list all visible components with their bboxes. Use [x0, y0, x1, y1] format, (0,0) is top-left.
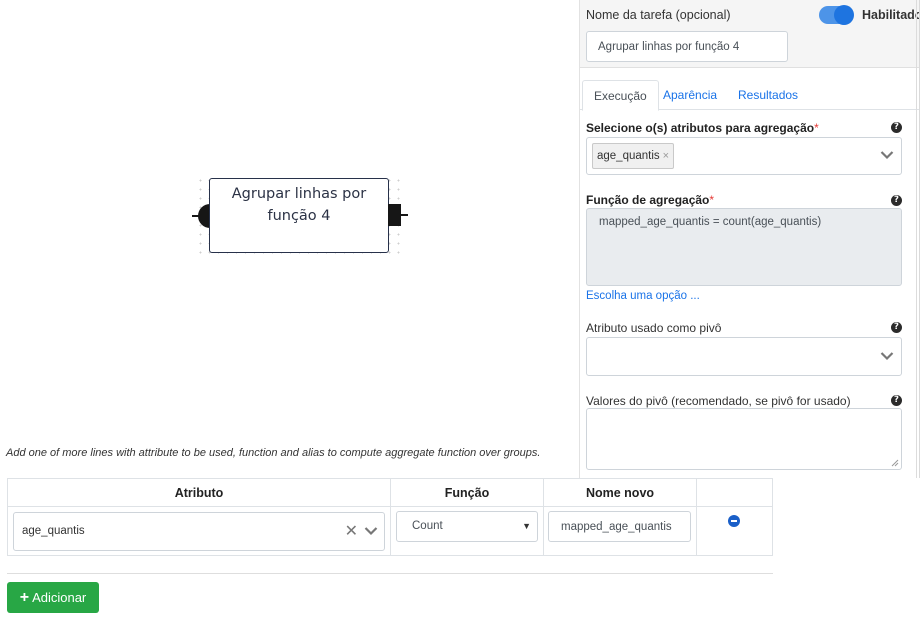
attributes-select[interactable]: age_quantis ×: [586, 137, 902, 175]
remove-row-icon[interactable]: [728, 515, 740, 527]
pivot-label: Atributo usado como pivô: [586, 321, 722, 335]
toggle-knob: [834, 5, 854, 25]
attribute-select[interactable]: age_quantis ✕: [13, 512, 385, 551]
chevron-down-icon[interactable]: [880, 351, 894, 361]
add-button-label: Adicionar: [32, 590, 87, 605]
chevron-down-icon[interactable]: [880, 150, 894, 160]
required-mark: *: [709, 193, 715, 207]
table-cell-actions: [697, 507, 772, 555]
tab-execucao[interactable]: Execução: [582, 80, 659, 111]
alias-input[interactable]: [548, 511, 691, 542]
column-header-attribute: Atributo: [8, 479, 391, 507]
resize-grip-icon[interactable]: [891, 459, 899, 467]
task-node-title[interactable]: Agrupar linhas por função 4: [209, 178, 389, 253]
remove-tag-icon[interactable]: ×: [663, 150, 669, 162]
caret-down-icon: ▼: [522, 521, 531, 531]
task-name-label: Nome da tarefa (opcional): [586, 8, 731, 22]
column-header-function: Função: [391, 479, 544, 507]
function-select[interactable]: Count ▼: [396, 511, 538, 542]
tab-resultados[interactable]: Resultados: [727, 80, 809, 110]
selected-tag: age_quantis ×: [592, 143, 675, 169]
attributes-label: Selecione o(s) atributos para agregação*: [586, 121, 819, 135]
enabled-label: Habilitado: [862, 8, 920, 22]
column-header-alias: Nome novo: [544, 479, 697, 507]
function-value: Count: [412, 520, 443, 532]
help-icon[interactable]: ?: [891, 122, 902, 133]
task-name-input[interactable]: [586, 31, 788, 62]
required-mark: *: [814, 121, 819, 135]
agg-function-textarea[interactable]: mapped_age_quantis = count(age_quantis): [586, 208, 902, 286]
plus-icon: +: [19, 589, 30, 606]
table-cell-function: Count ▼: [391, 507, 544, 555]
enabled-toggle[interactable]: [819, 5, 854, 25]
help-icon[interactable]: ?: [891, 322, 902, 333]
tab-aparencia[interactable]: Aparência: [652, 80, 728, 110]
aggregation-table: Atributo Função Nome novo age_quantis ✕ …: [7, 478, 773, 556]
add-row-button[interactable]: + Adicionar: [7, 582, 99, 613]
pivot-values-textarea[interactable]: [586, 408, 902, 470]
output-port-line: [400, 214, 408, 216]
properties-panel: Nome da tarefa (opcional) Habilitado Exe…: [579, 0, 920, 478]
task-node[interactable]: Agrupar linhas por função 4: [192, 172, 408, 256]
editor-hint: Add one of more lines with attribute to …: [6, 447, 541, 459]
chevron-down-icon[interactable]: [364, 526, 378, 536]
panel-header: Nome da tarefa (opcional) Habilitado: [580, 0, 920, 68]
attribute-value: age_quantis: [22, 525, 85, 537]
table-row: age_quantis ✕: [8, 507, 391, 555]
pivot-select[interactable]: [586, 337, 902, 376]
panel-tabs: Execução Aparência Resultados: [580, 80, 919, 111]
panel-scrollbar[interactable]: [916, 0, 917, 478]
clear-icon[interactable]: ✕: [345, 513, 358, 550]
column-header-actions: [697, 479, 772, 507]
help-icon[interactable]: ?: [891, 395, 902, 406]
divider: [7, 573, 773, 574]
pivot-values-label: Valores do pivô (recomendado, se pivô fo…: [586, 394, 851, 408]
agg-function-label: Função de agregação*: [586, 193, 715, 207]
choose-option-link[interactable]: Escolha uma opção ...: [586, 290, 700, 302]
table-cell-alias: [544, 507, 697, 555]
help-icon[interactable]: ?: [891, 195, 902, 206]
